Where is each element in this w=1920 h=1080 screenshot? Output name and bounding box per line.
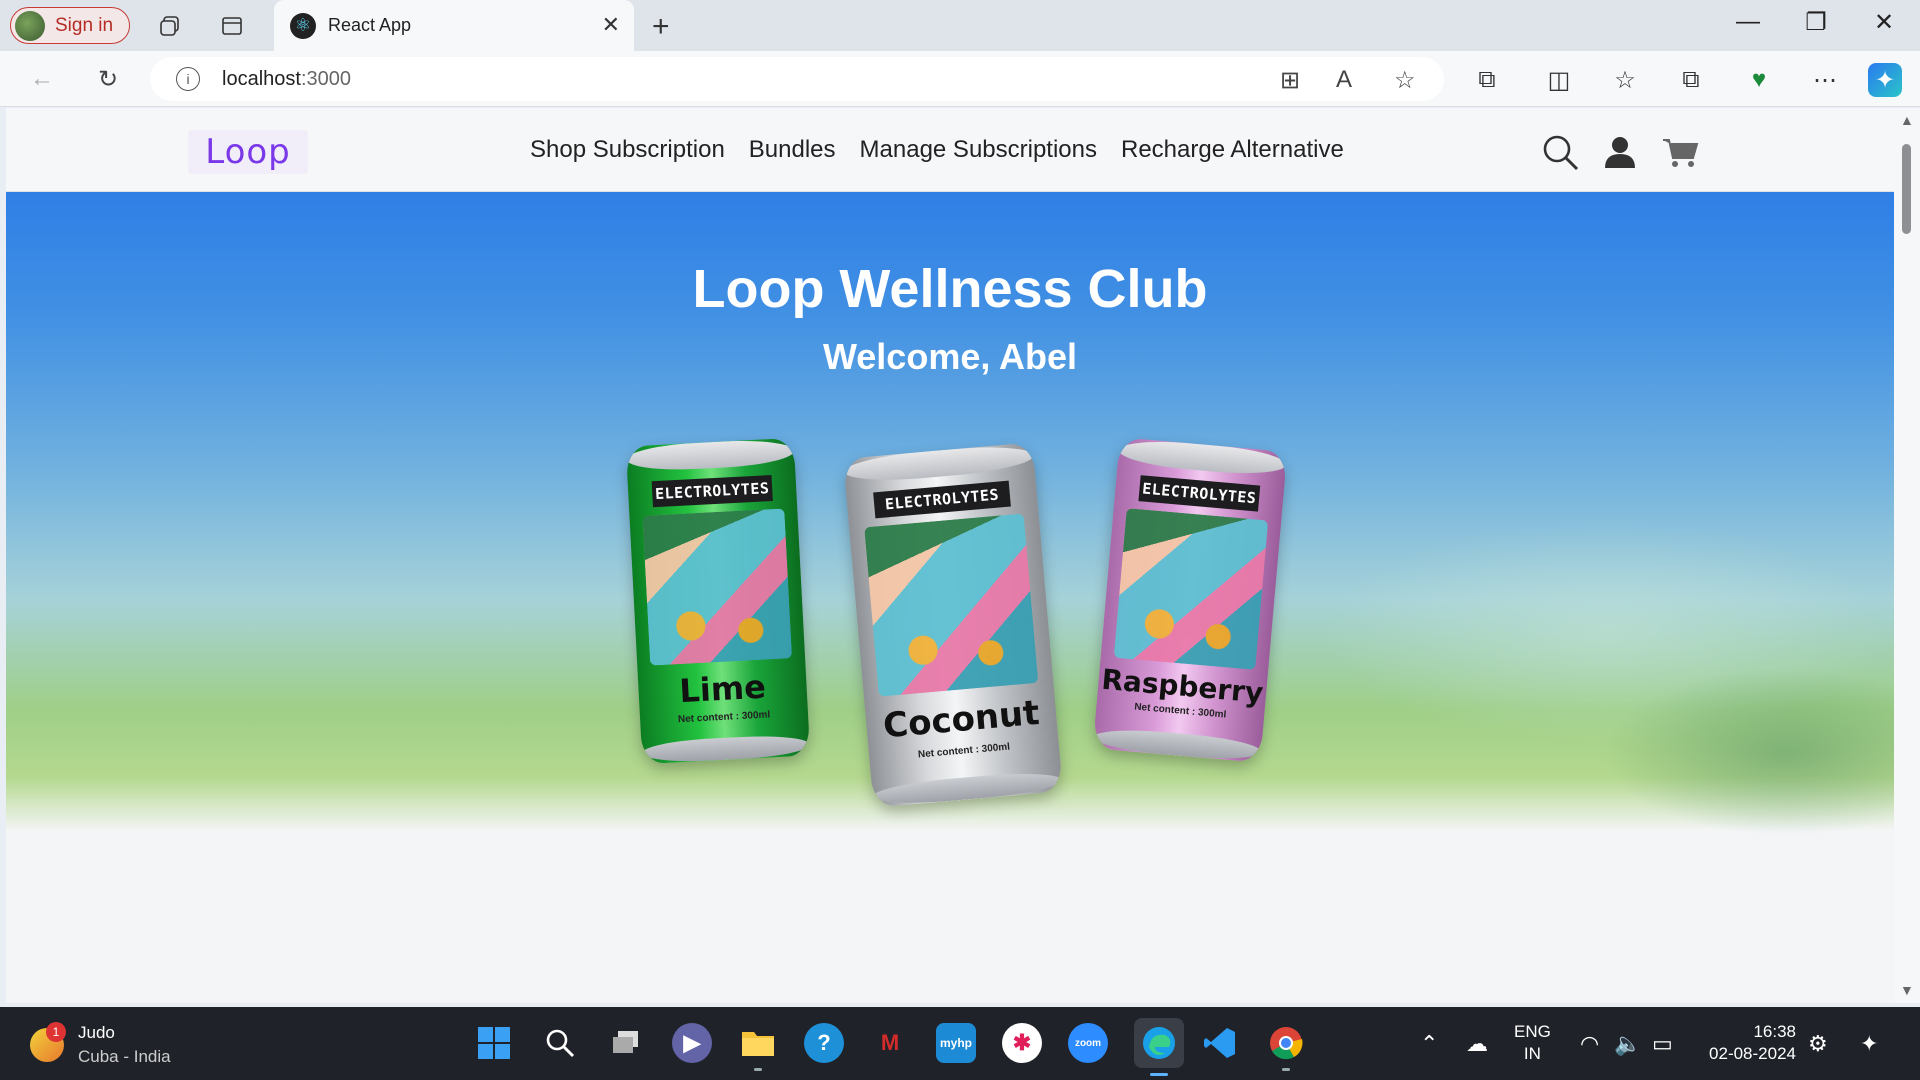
teams-chat-icon[interactable]: ▶ <box>672 1023 712 1063</box>
extensions-icon[interactable]: ⧉ <box>1470 63 1504 97</box>
workspaces-icon[interactable] <box>156 12 184 40</box>
react-logo-icon: ⚛ <box>290 12 316 39</box>
widget-title: Judo <box>78 1023 115 1042</box>
language-code: ENG <box>1514 1022 1551 1041</box>
main-nav: Shop Subscription Bundles Manage Subscri… <box>530 136 1344 164</box>
cart-icon[interactable] <box>1658 130 1702 174</box>
myhp-icon[interactable]: myhp <box>936 1023 976 1063</box>
can-band-label: ELECTROLYTES <box>872 480 1012 519</box>
tab-react-app[interactable]: ⚛ React App ✕ <box>274 0 634 51</box>
address-bar[interactable]: i localhost:3000 ⊞ A ☆ <box>150 57 1444 101</box>
nav-shop-subscription[interactable]: Shop Subscription <box>530 136 725 164</box>
copilot-pre-icon[interactable]: ✦ <box>1860 1031 1878 1057</box>
weather-widget[interactable]: 1 Judo Cuba - India <box>30 1021 171 1069</box>
language-indicator[interactable]: ENG IN <box>1514 1021 1551 1065</box>
edge-icon[interactable] <box>1134 1018 1184 1076</box>
hero-banner: Loop Wellness Club Welcome, Abel ELECTRO… <box>6 192 1894 872</box>
user-icon[interactable] <box>1598 130 1642 174</box>
can-raspberry: ELECTROLYTES Raspberry Net content : 300… <box>1092 437 1288 763</box>
collections-icon[interactable]: ⧉ <box>1674 63 1708 97</box>
scroll-down-arrow-icon[interactable]: ▼ <box>1900 982 1914 998</box>
slack-icon[interactable]: ✱ <box>1002 1023 1042 1063</box>
tab-title: React App <box>328 15 412 35</box>
windows-start-icon[interactable] <box>474 1023 514 1063</box>
clock-time: 16:38 <box>1753 1022 1796 1041</box>
back-arrow-icon[interactable]: ← <box>26 63 58 95</box>
profile-sign-in-button[interactable]: Sign in <box>10 7 130 44</box>
mcafee-icon[interactable]: M <box>870 1023 910 1063</box>
clock-date: 02-08-2024 <box>1709 1044 1796 1063</box>
region-code: IN <box>1523 1044 1541 1063</box>
onedrive-icon[interactable]: ☁ <box>1466 1031 1488 1057</box>
notification-settings-icon[interactable]: ⚙ <box>1808 1031 1828 1057</box>
notification-badge: 1 <box>46 1022 66 1042</box>
site-header: Loop Shop Subscription Bundles Manage Su… <box>6 108 1894 192</box>
wifi-icon[interactable]: ◠ <box>1580 1031 1599 1057</box>
weather-icon: 1 <box>30 1022 66 1062</box>
can-lime: ELECTROLYTES Lime Net content : 300ml <box>625 437 811 765</box>
hero-title: Loop Wellness Club <box>692 259 1208 319</box>
nav-manage-subscriptions[interactable]: Manage Subscriptions <box>860 136 1097 164</box>
close-window-icon[interactable]: ✕ <box>1864 8 1904 37</box>
can-band-label: ELECTROLYTES <box>1137 475 1261 512</box>
vscode-icon[interactable] <box>1200 1023 1240 1063</box>
favorites-icon[interactable]: ☆ <box>1608 63 1642 97</box>
chrome-icon[interactable] <box>1266 1023 1306 1071</box>
widget-subtitle: Cuba - India <box>78 1047 171 1066</box>
taskbar-search-icon[interactable] <box>540 1023 580 1063</box>
vertical-tabs-icon[interactable] <box>218 12 246 40</box>
page-viewport: Loop Shop Subscription Bundles Manage Su… <box>6 108 1894 1003</box>
page-scrollbar[interactable]: ▲ ▼ <box>1894 108 1920 1003</box>
nav-bundles[interactable]: Bundles <box>749 136 836 164</box>
refresh-icon[interactable]: ↻ <box>92 63 124 95</box>
scroll-up-arrow-icon[interactable]: ▲ <box>1900 112 1914 128</box>
url-text[interactable]: localhost:3000 <box>222 68 351 91</box>
scroll-thumb[interactable] <box>1902 144 1911 234</box>
get-help-icon[interactable]: ? <box>804 1023 844 1063</box>
show-hidden-icons-chevron-icon[interactable]: ⌃ <box>1420 1031 1438 1057</box>
hero-subtitle: Welcome, Abel <box>822 336 1078 377</box>
task-view-icon[interactable] <box>606 1023 646 1063</box>
favorite-star-icon[interactable]: ☆ <box>1394 66 1416 95</box>
can-flavor-name: Lime <box>678 667 767 711</box>
site-info-icon[interactable]: i <box>176 67 200 91</box>
volume-icon[interactable]: 🔈 <box>1614 1031 1641 1057</box>
split-screen-icon[interactable]: ◫ <box>1542 63 1576 97</box>
windows-taskbar: 1 Judo Cuba - India ▶ ? M myhp ✱ zoom ⌃ … <box>0 1007 1920 1080</box>
copilot-icon[interactable]: ✦ <box>1868 63 1902 97</box>
read-aloud-icon[interactable]: A <box>1336 66 1352 94</box>
can-illustration <box>1114 508 1268 670</box>
browser-tab-strip: Sign in ⚛ React App ✕ + — ❐ ✕ <box>0 0 1920 51</box>
clock[interactable]: 16:38 02-08-2024 <box>1700 1021 1796 1065</box>
loop-logo[interactable]: Loop <box>188 130 308 174</box>
close-tab-icon[interactable]: ✕ <box>602 12 620 38</box>
can-illustration <box>642 508 792 666</box>
more-options-icon[interactable]: ⋯ <box>1808 63 1842 97</box>
file-explorer-icon[interactable] <box>738 1023 778 1071</box>
can-illustration <box>864 513 1039 697</box>
zoom-icon[interactable]: zoom <box>1068 1023 1108 1063</box>
app-available-icon[interactable]: ⊞ <box>1280 66 1300 95</box>
restore-icon[interactable]: ❐ <box>1796 8 1836 37</box>
nav-recharge-alternative[interactable]: Recharge Alternative <box>1121 136 1344 164</box>
sign-in-label: Sign in <box>55 14 114 36</box>
search-icon[interactable] <box>1538 130 1582 174</box>
minimize-icon[interactable]: — <box>1728 8 1768 36</box>
browser-essentials-icon[interactable]: ♥ <box>1742 63 1776 97</box>
can-band-label: ELECTROLYTES <box>651 475 774 508</box>
battery-icon[interactable]: ▭ <box>1652 1031 1673 1057</box>
new-tab-button[interactable]: + <box>652 10 670 44</box>
can-coconut: ELECTROLYTES Coconut Net content : 300ml <box>843 442 1063 808</box>
profile-avatar <box>15 10 45 41</box>
